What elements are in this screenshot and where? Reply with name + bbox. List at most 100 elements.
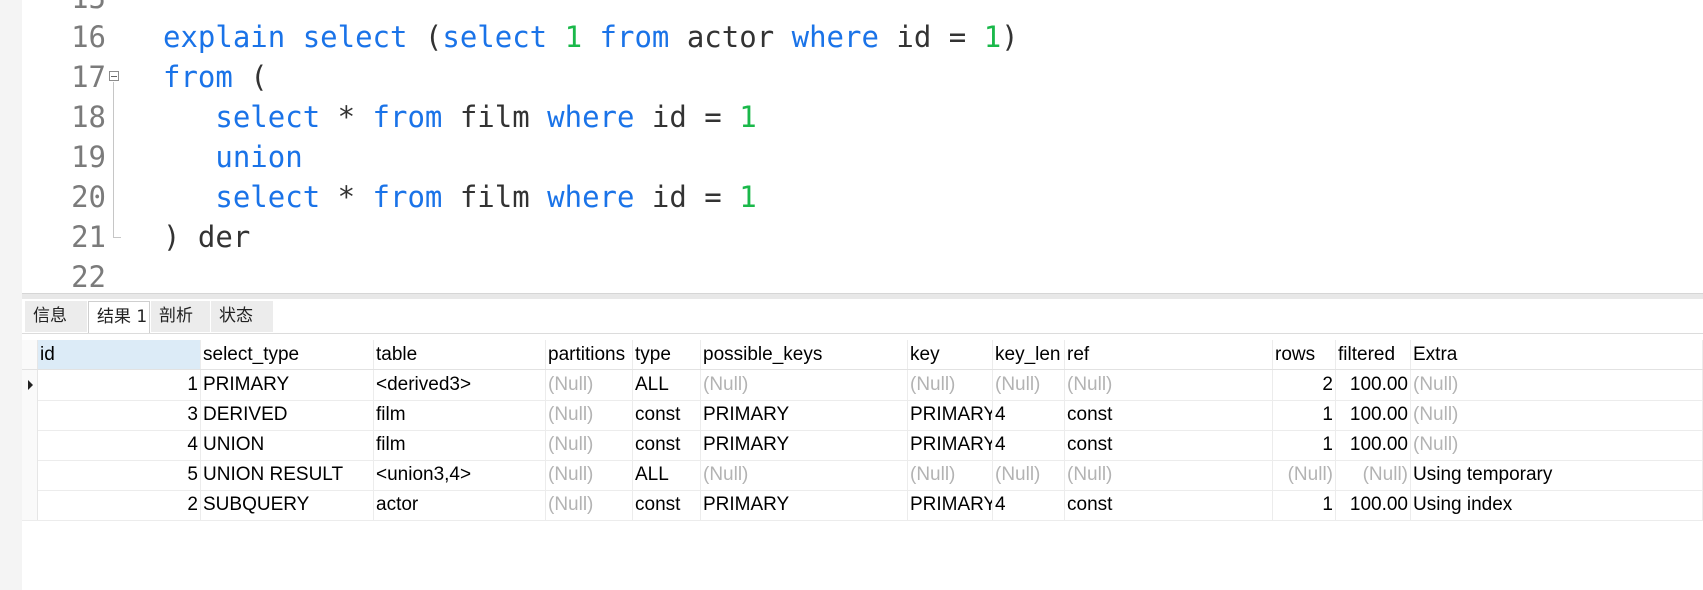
tab-status[interactable]: 状态	[211, 301, 273, 332]
column-header-type[interactable]: type	[633, 340, 701, 369]
row-selector[interactable]	[22, 370, 38, 400]
table-row[interactable]: 3 DERIVED film (Null) const PRIMARY PRIMARY 4 co…	[22, 400, 1703, 431]
code-text[interactable]: select * from film where id = 1	[163, 177, 756, 217]
cell-key[interactable]: PRIMARY	[908, 400, 993, 430]
cell-partitions[interactable]: (Null)	[546, 370, 633, 400]
cell-partitions[interactable]: (Null)	[546, 430, 633, 460]
column-header-partitions[interactable]: partitions	[546, 340, 633, 369]
tab-result-1[interactable]: 结果 1	[88, 301, 150, 333]
cell-possible-keys[interactable]: PRIMARY	[701, 430, 908, 460]
cell-id[interactable]: 1	[38, 370, 201, 400]
cell-filtered[interactable]: 100.00	[1336, 430, 1411, 460]
cell-ref[interactable]: (Null)	[1065, 370, 1273, 400]
cell-key[interactable]: PRIMARY	[908, 430, 993, 460]
code-line[interactable]: 18 select * from film where id = 1	[0, 97, 1703, 137]
cell-key[interactable]: (Null)	[908, 370, 993, 400]
row-selector[interactable]	[22, 400, 38, 430]
code-line[interactable]: 21) der	[0, 217, 1703, 257]
column-header-table[interactable]: table	[374, 340, 546, 369]
column-header-filtered[interactable]: filtered	[1336, 340, 1411, 369]
column-header-key[interactable]: key	[908, 340, 993, 369]
cell-select-type[interactable]: UNION RESULT	[201, 460, 374, 490]
cell-rows[interactable]: (Null)	[1273, 460, 1336, 490]
cell-ref[interactable]: const	[1065, 430, 1273, 460]
code-text[interactable]: explain select (select 1 from actor wher…	[163, 17, 1019, 57]
cell-rows[interactable]: 1	[1273, 430, 1336, 460]
sql-editor[interactable]: 15 16 explain select (select 1 from actor …	[0, 0, 1703, 293]
column-header-key-len[interactable]: key_len	[993, 340, 1065, 369]
cell-key-len[interactable]: (Null)	[993, 460, 1065, 490]
cell-filtered[interactable]: 100.00	[1336, 370, 1411, 400]
fold-toggle-icon[interactable]	[109, 71, 119, 81]
cell-id[interactable]: 4	[38, 430, 201, 460]
cell-filtered[interactable]: (Null)	[1336, 460, 1411, 490]
cell-select-type[interactable]: DERIVED	[201, 400, 374, 430]
column-header-ref[interactable]: ref	[1065, 340, 1273, 369]
cell-ref[interactable]: const	[1065, 400, 1273, 430]
cell-rows[interactable]: 1	[1273, 400, 1336, 430]
cell-possible-keys[interactable]: PRIMARY	[701, 400, 908, 430]
row-selector-header[interactable]	[22, 340, 38, 369]
code-line[interactable]: 22	[0, 257, 1703, 293]
code-text[interactable]: from (	[163, 57, 268, 97]
cell-partitions[interactable]: (Null)	[546, 400, 633, 430]
cell-Extra[interactable]: (Null)	[1411, 430, 1703, 460]
cell-filtered[interactable]: 100.00	[1336, 490, 1411, 520]
cell-ref[interactable]: (Null)	[1065, 460, 1273, 490]
tab-info[interactable]: 信息	[25, 301, 87, 332]
cell-id[interactable]: 5	[38, 460, 201, 490]
row-selector[interactable]	[22, 430, 38, 460]
cell-table[interactable]: <derived3>	[374, 370, 546, 400]
cell-type[interactable]: ALL	[633, 370, 701, 400]
cell-partitions[interactable]: (Null)	[546, 490, 633, 520]
cell-type[interactable]: const	[633, 430, 701, 460]
column-header-id[interactable]: id	[38, 340, 201, 369]
row-selector[interactable]	[22, 490, 38, 520]
code-line[interactable]: 17 from (	[0, 57, 1703, 97]
tab-profile[interactable]: 剖析	[151, 301, 210, 332]
table-row[interactable]: 4 UNION film (Null) const PRIMARY PRIMARY 4 cons…	[22, 430, 1703, 461]
cell-possible-keys[interactable]: (Null)	[701, 460, 908, 490]
cell-partitions[interactable]: (Null)	[546, 460, 633, 490]
cell-filtered[interactable]: 100.00	[1336, 400, 1411, 430]
cell-Extra[interactable]: Using temporary	[1411, 460, 1703, 490]
column-header-possible-keys[interactable]: possible_keys	[701, 340, 908, 369]
code-text[interactable]: union	[163, 137, 302, 177]
table-row[interactable]: 2 SUBQUERY actor (Null) const PRIMARY PRIMARY 4…	[22, 490, 1703, 521]
cell-select-type[interactable]: PRIMARY	[201, 370, 374, 400]
cell-type[interactable]: ALL	[633, 460, 701, 490]
table-row[interactable]: 1 PRIMARY <derived3> (Null) ALL (Null) (Null)(…	[22, 370, 1703, 401]
cell-possible-keys[interactable]: PRIMARY	[701, 490, 908, 520]
code-line[interactable]: 20 select * from film where id = 1	[0, 177, 1703, 217]
code-text[interactable]: select * from film where id = 1	[163, 97, 756, 137]
cell-Extra[interactable]: (Null)	[1411, 400, 1703, 430]
cell-Extra[interactable]: (Null)	[1411, 370, 1703, 400]
code-text[interactable]: ) der	[163, 217, 250, 257]
cell-type[interactable]: const	[633, 400, 701, 430]
cell-rows[interactable]: 2	[1273, 370, 1336, 400]
cell-table[interactable]: actor	[374, 490, 546, 520]
cell-id[interactable]: 3	[38, 400, 201, 430]
cell-key-len[interactable]: 4	[993, 430, 1065, 460]
cell-key[interactable]: PRIMARY	[908, 490, 993, 520]
cell-Extra[interactable]: Using index	[1411, 490, 1703, 520]
cell-id[interactable]: 2	[38, 490, 201, 520]
cell-key[interactable]: (Null)	[908, 460, 993, 490]
cell-key-len[interactable]: 4	[993, 400, 1065, 430]
cell-table[interactable]: film	[374, 430, 546, 460]
cell-key-len[interactable]: 4	[993, 490, 1065, 520]
code-line[interactable]: 15	[0, 0, 1703, 18]
code-line[interactable]: 19 union	[0, 137, 1703, 177]
column-header-select-type[interactable]: select_type	[201, 340, 374, 369]
cell-type[interactable]: const	[633, 490, 701, 520]
result-grid[interactable]: id select_type table partitions type possible…	[22, 340, 1703, 590]
row-selector[interactable]	[22, 460, 38, 490]
cell-select-type[interactable]: UNION	[201, 430, 374, 460]
column-header-Extra[interactable]: Extra	[1411, 340, 1703, 369]
cell-ref[interactable]: const	[1065, 490, 1273, 520]
cell-table[interactable]: film	[374, 400, 546, 430]
cell-key-len[interactable]: (Null)	[993, 370, 1065, 400]
cell-select-type[interactable]: SUBQUERY	[201, 490, 374, 520]
table-row[interactable]: 5 UNION RESULT <union3,4> (Null) ALL (Null) (N…	[22, 460, 1703, 491]
cell-rows[interactable]: 1	[1273, 490, 1336, 520]
